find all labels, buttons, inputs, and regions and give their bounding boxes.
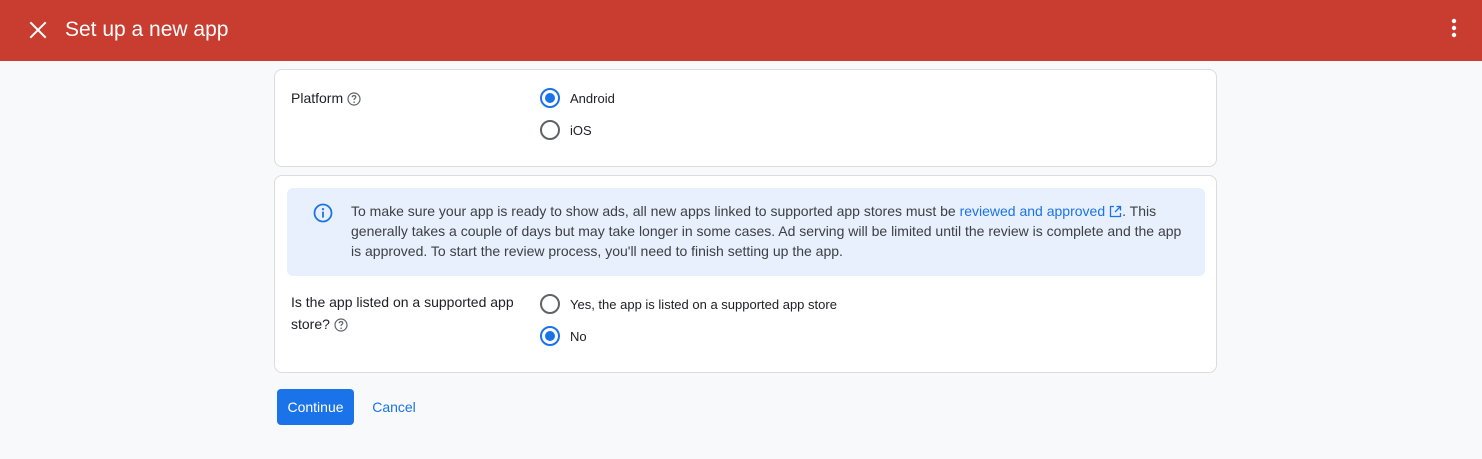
help-icon[interactable]: [347, 92, 361, 106]
open-in-new-icon: [1109, 205, 1122, 218]
store-card: To make sure your app is ready to show a…: [274, 175, 1217, 373]
platform-option-label: Android: [570, 90, 615, 106]
store-label: Is the app listed on a supported app sto…: [291, 294, 514, 332]
platform-field-label: Platform: [291, 87, 361, 109]
radio-button-checked[interactable]: [540, 326, 560, 346]
continue-button[interactable]: Continue: [277, 389, 354, 425]
platform-option-ios[interactable]: iOS: [540, 120, 592, 140]
help-icon[interactable]: [334, 318, 348, 332]
store-option-label: No: [570, 328, 587, 344]
store-field-label: Is the app listed on a supported app sto…: [291, 291, 521, 335]
review-link-label: reviewed and approved: [959, 203, 1106, 219]
app-header: Set up a new app: [0, 0, 1482, 61]
review-link[interactable]: reviewed and approved: [960, 203, 1123, 219]
close-icon: [29, 21, 47, 39]
info-text-before: To make sure your app is ready to show a…: [351, 203, 960, 219]
cancel-button[interactable]: Cancel: [364, 389, 424, 425]
info-text: To make sure your app is ready to show a…: [351, 201, 1191, 261]
info-banner: To make sure your app is ready to show a…: [287, 188, 1205, 276]
platform-option-android[interactable]: Android: [540, 88, 615, 108]
radio-button[interactable]: [540, 294, 560, 314]
store-option-no[interactable]: No: [540, 326, 587, 346]
close-button[interactable]: [24, 16, 52, 44]
radio-button[interactable]: [540, 120, 560, 140]
store-option-label: Yes, the app is listed on a supported ap…: [570, 296, 837, 312]
info-icon: [313, 203, 333, 223]
platform-option-label: iOS: [570, 122, 592, 138]
radio-button-checked[interactable]: [540, 88, 560, 108]
store-option-yes[interactable]: Yes, the app is listed on a supported ap…: [540, 294, 837, 314]
page-title: Set up a new app: [65, 18, 229, 41]
more-options-button[interactable]: [1440, 14, 1468, 42]
more-vert-icon: [1451, 18, 1457, 38]
platform-card: Platform Android iOS: [274, 69, 1217, 167]
platform-label: Platform: [291, 90, 344, 106]
